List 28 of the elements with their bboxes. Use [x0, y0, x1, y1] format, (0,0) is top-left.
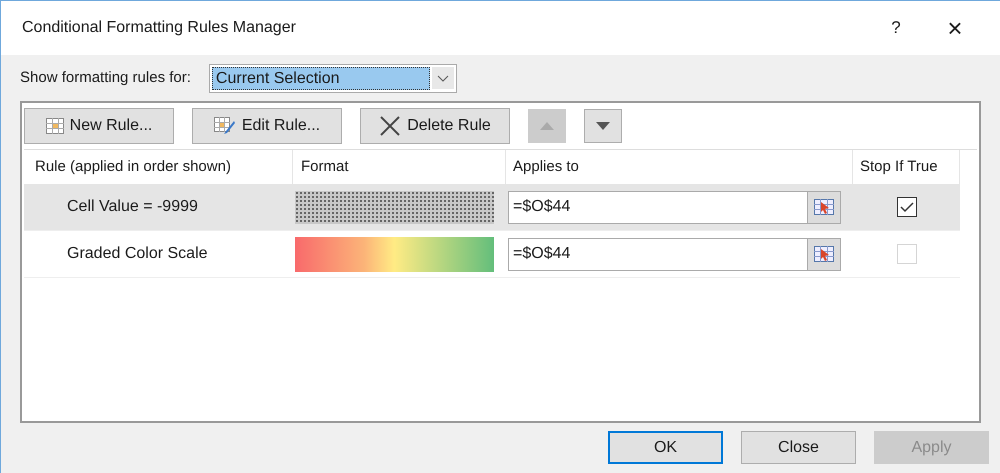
range-select-button[interactable] — [807, 238, 840, 270]
range-select-button[interactable] — [807, 192, 840, 222]
rules-scope-dropdown[interactable]: Current Selection — [208, 64, 457, 92]
help-button[interactable]: ? — [876, 13, 916, 43]
x-icon — [379, 116, 402, 136]
rule-name: Graded Color Scale — [67, 245, 208, 262]
dialog-button[interactable]: OK — [608, 431, 723, 464]
field-label: Show formatting rules for: — [20, 68, 191, 88]
delete-rule-button[interactable]: Delete Rule — [360, 108, 510, 144]
stop-if-true-checkbox[interactable] — [896, 197, 916, 217]
rule-row[interactable]: Cell Value = -9999 =$O$44 — [24, 184, 960, 231]
table-icon — [46, 118, 64, 134]
triangle-up-icon — [540, 122, 554, 130]
applies-to-field[interactable]: =$O$44 — [508, 190, 841, 224]
table-pencil-icon — [214, 117, 236, 135]
dialog-button[interactable]: Close — [741, 431, 856, 464]
triangle-down-icon — [596, 122, 610, 130]
chevron-down-icon — [432, 67, 454, 89]
rule-name: Cell Value = -9999 — [67, 198, 198, 215]
window-title: Conditional Formatting Rules Manager — [22, 18, 296, 38]
close-button[interactable]: × — [930, 13, 980, 43]
new-rule-button[interactable]: New Rule... — [24, 108, 174, 144]
checkmark-icon — [900, 202, 914, 212]
range-picker-icon — [814, 199, 834, 215]
applies-to-field[interactable]: =$O$44 — [508, 238, 841, 270]
range-picker-icon — [814, 246, 834, 262]
move-down-button[interactable] — [584, 109, 622, 143]
edit-rule-button[interactable]: Edit Rule... — [192, 108, 342, 144]
